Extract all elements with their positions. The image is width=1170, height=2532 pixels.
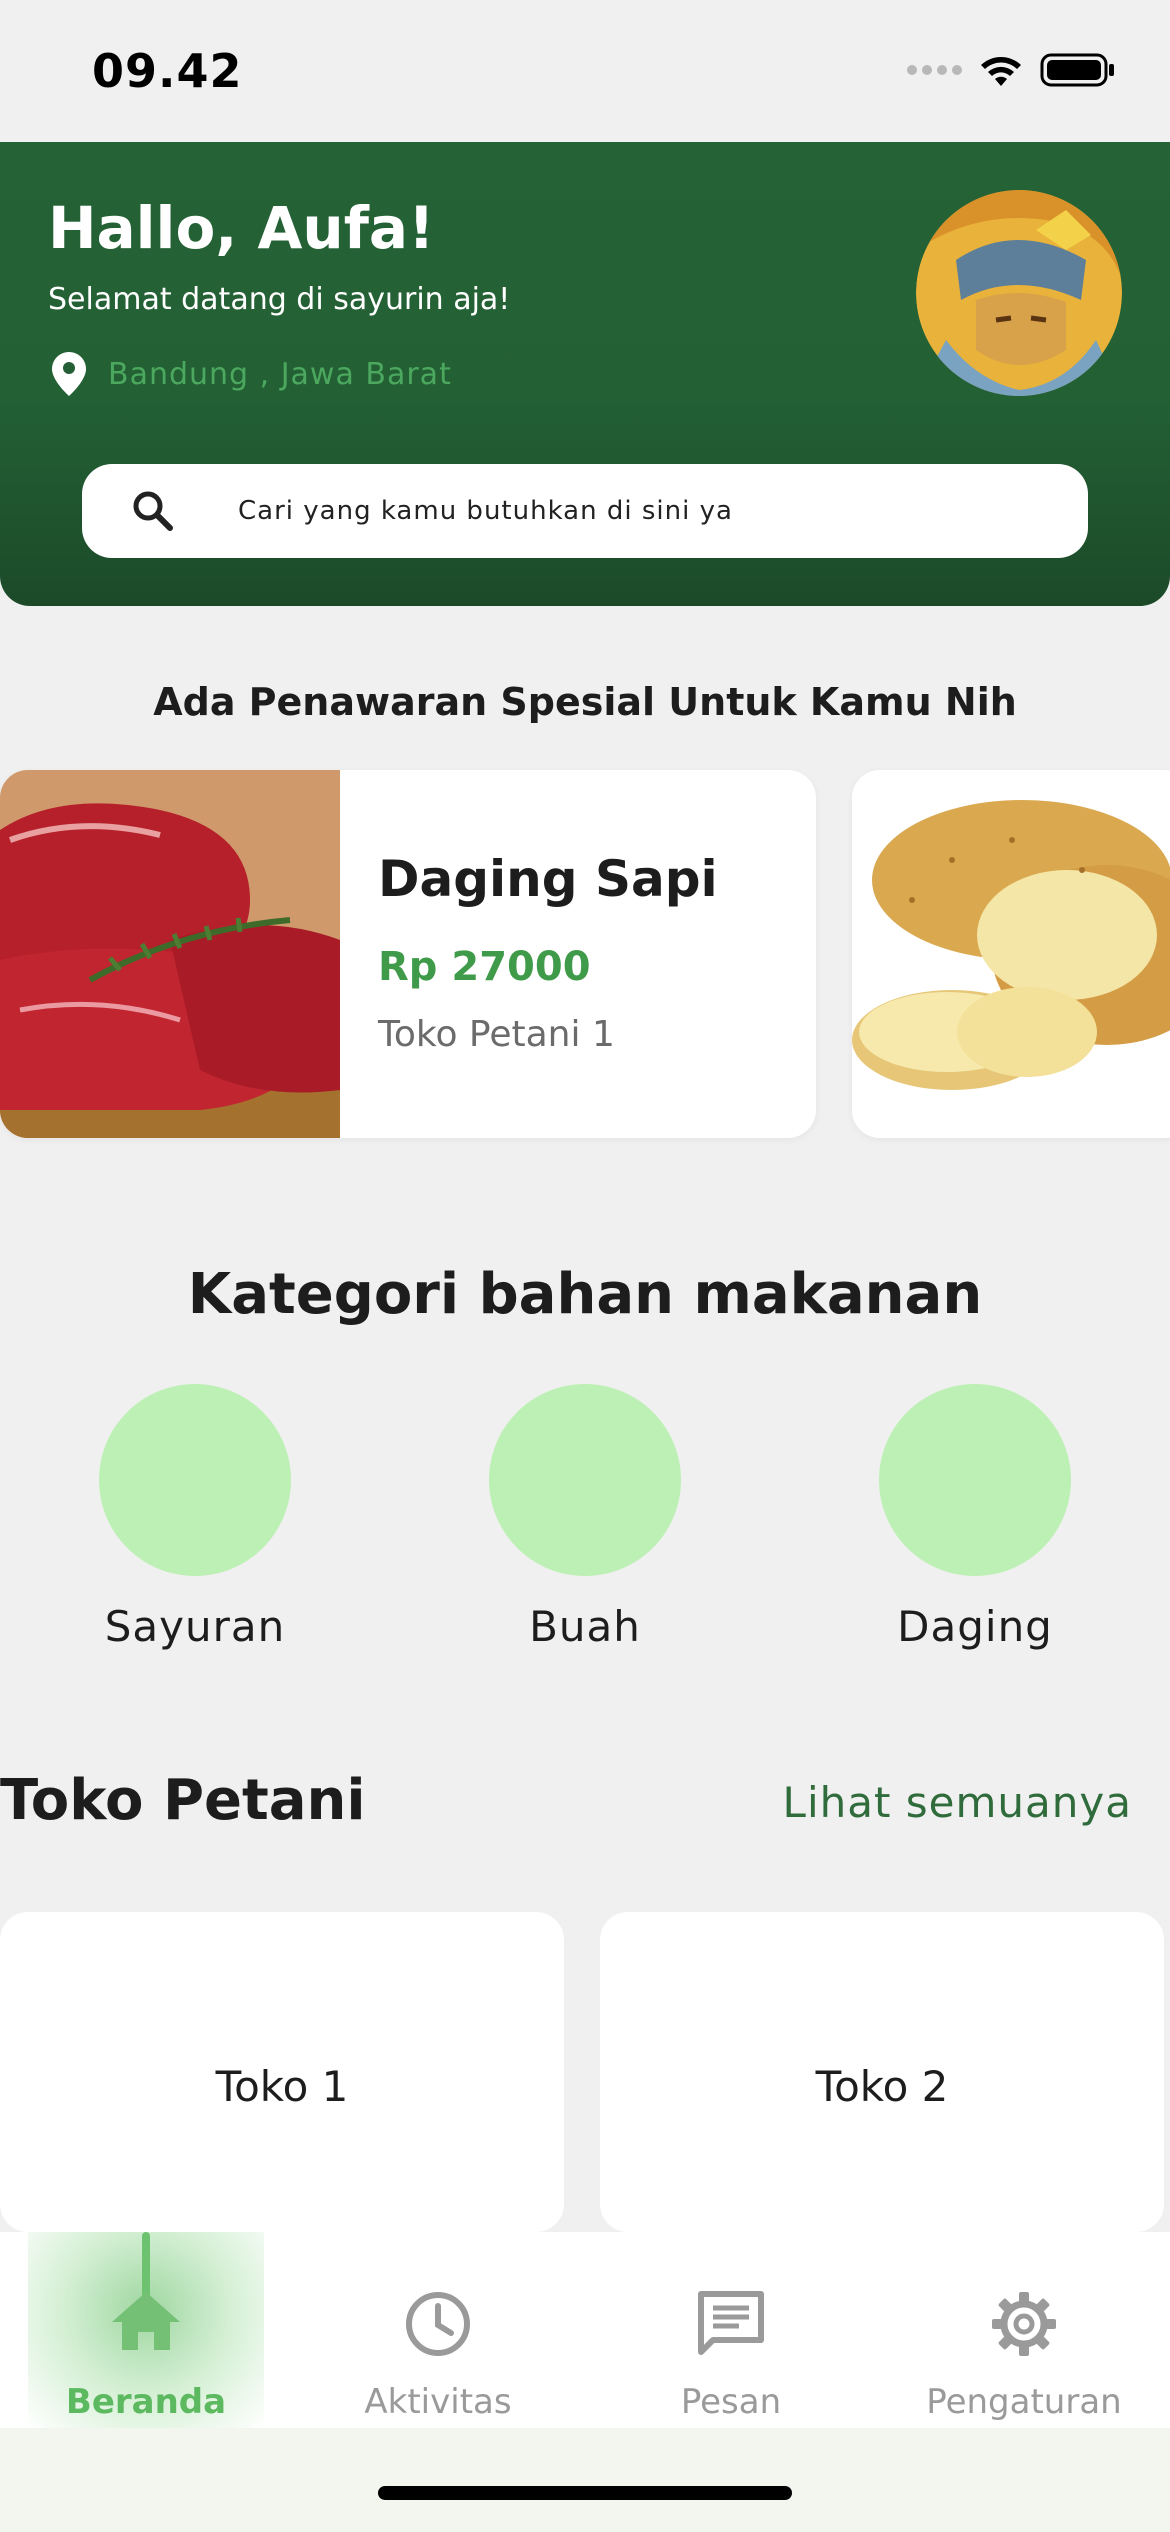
battery-icon [1040,53,1114,87]
offer-price: Rp 27000 [378,944,591,990]
home-indicator-area [0,2428,1170,2532]
home-icon [112,2292,180,2350]
nav-label: Aktivitas [364,2382,512,2422]
search-bar[interactable]: Cari yang kamu butuhkan di sini ya [82,464,1088,558]
wifi-icon [981,57,1021,86]
store-card[interactable]: Toko 1 [0,1912,564,2232]
nav-item-aktivitas[interactable]: Aktivitas [292,2232,584,2428]
location-pin-icon [52,352,86,396]
store-name: Toko 2 [815,2062,949,2111]
location-text: Bandung , Jawa Barat [108,356,452,392]
category-buah[interactable]: Buah [455,1384,715,1651]
status-time: 09.42 [92,44,243,98]
category-label: Sayuran [104,1602,286,1651]
stores-title: Toko Petani [0,1768,366,1833]
nav-item-pengaturan[interactable]: Pengaturan [878,2232,1170,2428]
see-all-link[interactable]: Lihat semuanya [783,1778,1132,1827]
nav-label: Pesan [680,2382,782,2422]
offer-store: Toko Petani 1 [378,1014,615,1055]
clock-icon [406,2292,470,2356]
categories-title: Kategori bahan makanan [187,1262,983,1327]
store-card[interactable]: Toko 2 [600,1912,1164,2232]
special-offers-title: Ada Penawaran Spesial Untuk Kamu Nih [153,680,1017,724]
avatar[interactable] [916,190,1122,396]
category-sayuran[interactable]: Sayuran [65,1384,325,1651]
bottom-navigation: Beranda Aktivitas Pesan Pengaturan [0,2232,1170,2428]
nav-item-pesan[interactable]: Pesan [585,2232,877,2428]
category-icon-placeholder [879,1384,1071,1576]
search-input[interactable]: Cari yang kamu butuhkan di sini ya [238,496,733,526]
offer-name: Daging Sapi [378,850,718,908]
category-icon-placeholder [99,1384,291,1576]
home-indicator[interactable] [378,2486,792,2500]
offer-card[interactable]: Daging Sapi Rp 27000 Toko Petani 1 [0,770,816,1138]
welcome-subtitle: Selamat datang di sayurin aja! [48,282,511,317]
greeting-title: Hallo, Aufa! [48,194,435,262]
cellular-signal-icon [907,65,962,75]
store-name: Toko 1 [215,2062,349,2111]
category-daging[interactable]: Daging [845,1384,1105,1651]
category-icon-placeholder [489,1384,681,1576]
search-icon [133,491,173,531]
location[interactable]: Bandung , Jawa Barat [52,352,452,396]
message-icon [698,2291,764,2355]
nav-label: Pengaturan [926,2382,1122,2422]
gear-icon [992,2292,1056,2356]
status-bar: 09.42 [0,0,1170,142]
nav-item-beranda[interactable]: Beranda [0,2232,292,2428]
nav-label: Beranda [65,2382,227,2422]
status-icons [907,52,1116,88]
beef-image [0,770,340,1138]
category-label: Daging [897,1602,1053,1651]
header: Hallo, Aufa! Selamat datang di sayurin a… [0,142,1170,606]
offer-card[interactable] [852,770,1170,1138]
category-label: Buah [529,1602,641,1651]
potato-image [852,770,1170,1138]
